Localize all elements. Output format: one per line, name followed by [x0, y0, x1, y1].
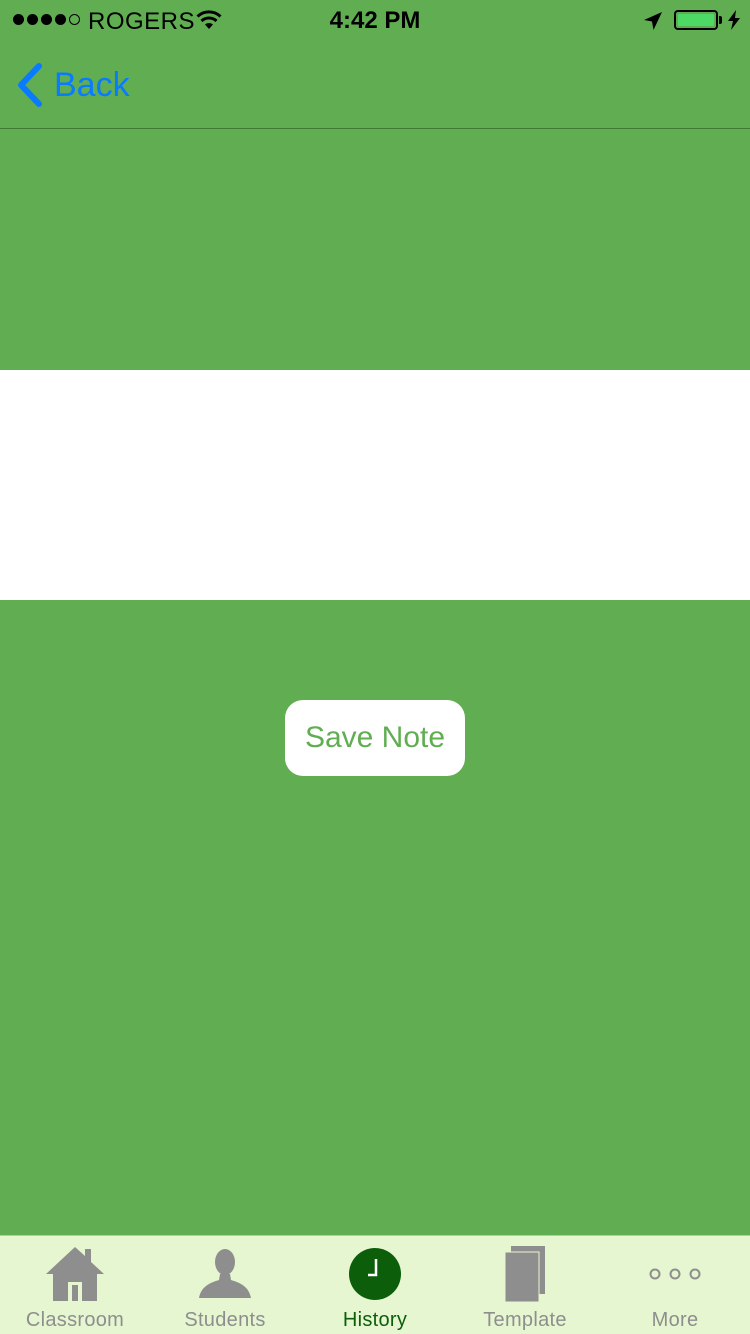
tab-label: Template: [483, 1309, 567, 1331]
tab-history[interactable]: History: [300, 1236, 450, 1334]
charging-bolt-icon: [728, 10, 740, 30]
back-button[interactable]: Back: [14, 62, 130, 108]
tab-label: History: [342, 1309, 408, 1331]
tab-bar: Classroom Students History Template More: [0, 1235, 750, 1334]
tab-students[interactable]: Students: [150, 1236, 300, 1334]
status-time: 4:42 PM: [329, 7, 421, 34]
clock-icon: [349, 1248, 401, 1300]
house-icon: [46, 1247, 104, 1301]
tab-template[interactable]: Template: [450, 1236, 600, 1334]
save-note-button[interactable]: Save Note: [285, 700, 465, 776]
battery-icon: [674, 10, 718, 30]
tab-label: Students: [184, 1309, 266, 1331]
location-arrow-icon: [644, 12, 662, 30]
back-label: Back: [54, 65, 130, 104]
tab-label: Classroom: [25, 1309, 125, 1331]
tab-more[interactable]: More: [600, 1236, 750, 1334]
chevron-left-icon: [18, 63, 42, 107]
navigation-bar: Back: [0, 40, 750, 129]
documents-icon: [504, 1246, 545, 1303]
battery-cap: [719, 16, 722, 24]
status-bar: ROGERS 4:42 PM: [0, 0, 750, 40]
tab-label: More: [651, 1309, 699, 1331]
person-icon: [199, 1249, 251, 1298]
tab-classroom[interactable]: Classroom: [0, 1236, 150, 1334]
note-area[interactable]: [0, 370, 750, 600]
more-dots-icon: [649, 1268, 701, 1280]
